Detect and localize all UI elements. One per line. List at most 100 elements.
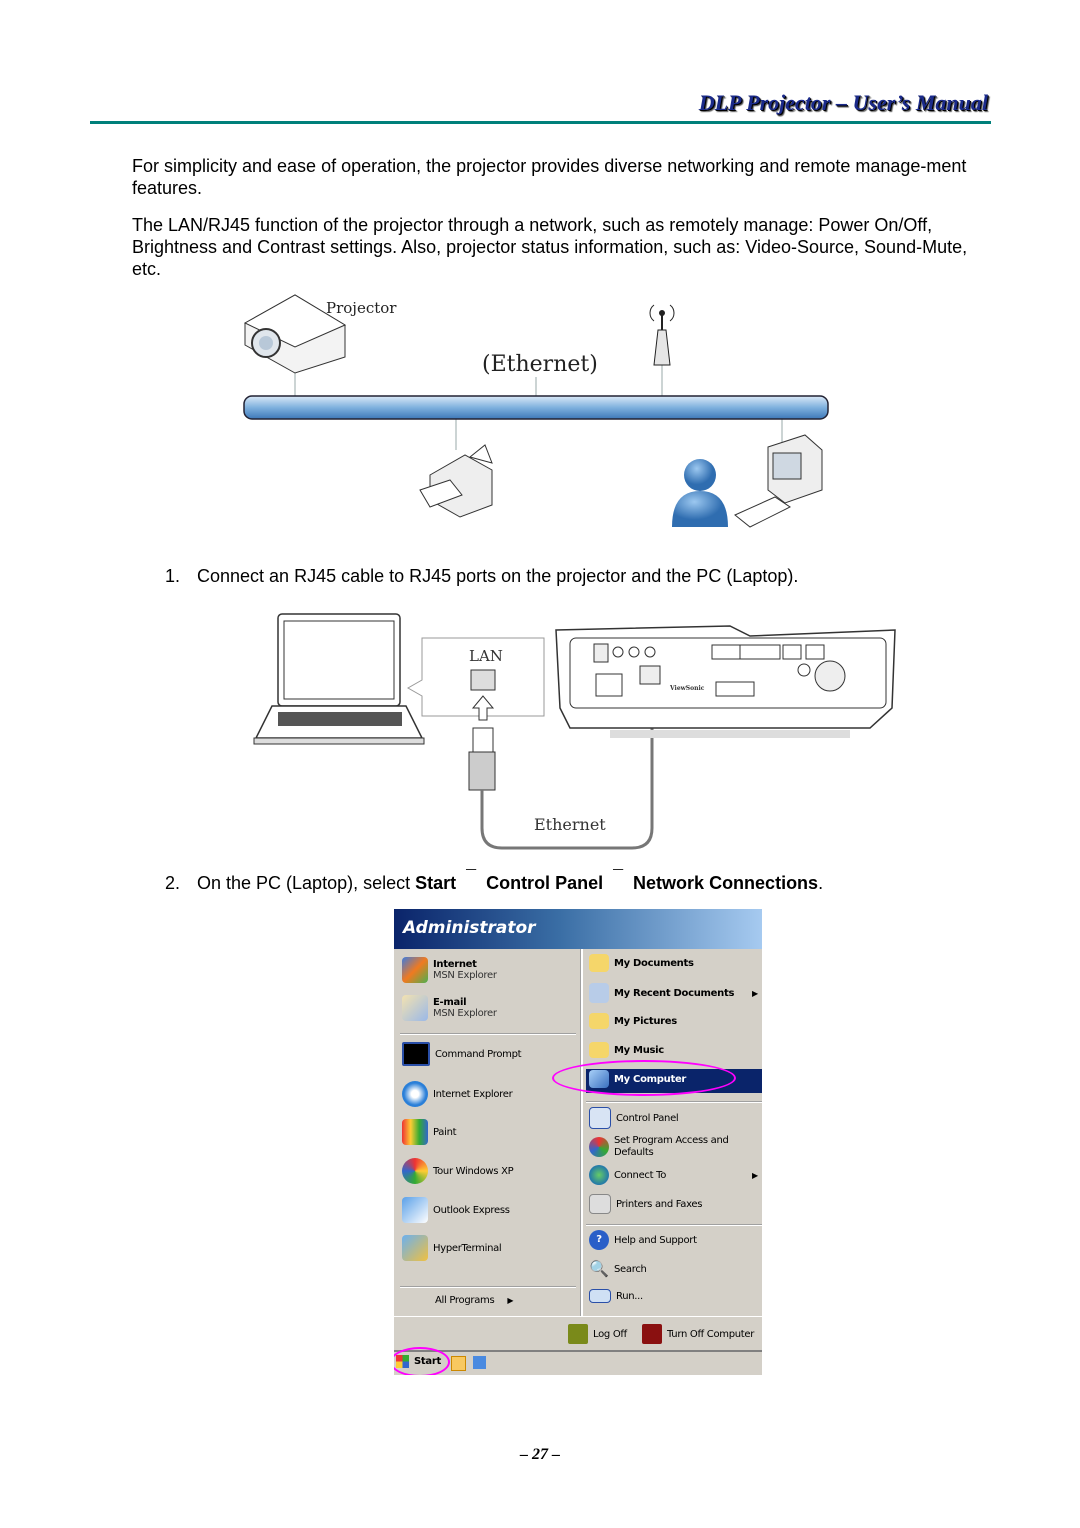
quick-launch-icon[interactable]: [451, 1356, 466, 1371]
start-menu-ref: Start: [415, 873, 457, 893]
start-menu-header: Administrator: [394, 909, 762, 949]
ethernet-label: (Ethernet): [482, 352, 598, 377]
item-label: All Programs: [435, 1295, 495, 1306]
network-diagram: Projector (Ethernet): [243, 294, 829, 528]
outlook-express-icon: [402, 1197, 428, 1223]
menu-item-outlook-express[interactable]: Outlook Express: [402, 1197, 510, 1223]
item-label: Outlook Express: [433, 1204, 510, 1216]
menu-item-internet[interactable]: Internet MSN Explorer: [402, 957, 497, 983]
menu-item-command-prompt[interactable]: Command Prompt: [402, 1042, 522, 1066]
header-rule: [90, 121, 991, 124]
arrow-separator: ¯: [466, 867, 477, 887]
connection-diagram: LAN Ethernet ViewSonic: [253, 613, 896, 850]
start-menu-screenshot: Administrator Internet MSN Explorer E-mai…: [394, 909, 762, 1375]
command-prompt-icon: [402, 1042, 430, 1066]
user-name: Administrator: [403, 918, 536, 938]
step-1: 1. Connect an RJ45 cable to RJ45 ports on…: [165, 565, 798, 587]
intro-paragraph: For simplicity and ease of operation, th…: [132, 156, 967, 198]
quick-launch-icon[interactable]: [473, 1356, 486, 1369]
period: .: [818, 873, 824, 893]
menu-item-control-panel[interactable]: Control Panel: [589, 1107, 679, 1129]
start-menu-footer: Log Off Turn Off Computer: [394, 1316, 762, 1351]
email-envelope-icon: [402, 995, 428, 1021]
run-icon: [589, 1289, 611, 1303]
item-label: My Recent Documents: [614, 987, 735, 999]
header-title: DLP Projector – User’s Manual: [698, 90, 988, 115]
menu-item-my-music[interactable]: My Music: [589, 1042, 664, 1058]
key-icon: [568, 1324, 588, 1344]
item-label: Printers and Faxes: [616, 1198, 703, 1210]
item-label: Control Panel: [616, 1112, 679, 1124]
separator: [400, 1286, 576, 1288]
item-label: Connect To: [614, 1169, 667, 1181]
arrow-separator: ¯: [613, 867, 624, 887]
printer-icon: [589, 1194, 611, 1214]
brand-logo: ViewSonic: [669, 685, 705, 692]
internet-explorer-icon: [402, 1081, 428, 1107]
page-number: – 27 –: [520, 1446, 560, 1463]
printer-icon: [419, 444, 493, 518]
hyperterminal-icon: [402, 1235, 428, 1261]
menu-item-set-program-access[interactable]: Set Program Access and Defaults: [589, 1135, 739, 1159]
turn-off-computer-button[interactable]: Turn Off Computer: [642, 1324, 754, 1344]
menu-item-printers-and-faxes[interactable]: Printers and Faxes: [589, 1194, 702, 1214]
step-number: 2.: [165, 873, 181, 893]
arrow-right-icon: ▶: [752, 989, 759, 998]
program-access-icon: [589, 1137, 609, 1157]
projector-rear-panel: [555, 625, 896, 738]
highlight-circle: [394, 1347, 450, 1375]
recent-documents-icon: [589, 983, 609, 1003]
step-2: 2. On the PC (Laptop), select Start ¯ Contr…: [165, 867, 824, 894]
separator: [586, 1101, 762, 1103]
menu-item-email[interactable]: E-mail MSN Explorer: [402, 995, 497, 1021]
item-title: Internet: [433, 959, 477, 970]
connect-to-icon: [589, 1165, 609, 1185]
control-panel-icon: [589, 1107, 611, 1129]
menu-item-my-documents[interactable]: My Documents: [589, 954, 694, 972]
ethernet-cable-label: Ethernet: [534, 815, 606, 834]
menu-item-internet-explorer[interactable]: Internet Explorer: [402, 1081, 513, 1107]
network-connections-ref: Network Connections: [633, 873, 819, 893]
menu-item-hyperterminal[interactable]: HyperTerminal: [402, 1235, 502, 1261]
item-subtitle: MSN Explorer: [433, 1008, 497, 1019]
step-text: Connect an RJ45 cable to RJ45 ports on t…: [197, 566, 799, 586]
menu-item-search[interactable]: 🔍 Search: [589, 1259, 647, 1279]
menu-item-paint[interactable]: Paint: [402, 1119, 457, 1145]
lan-port-icon: [470, 669, 496, 691]
item-label: Internet Explorer: [433, 1088, 513, 1100]
item-label: My Documents: [614, 957, 694, 969]
separator: [586, 1224, 762, 1226]
item-label: Run...: [616, 1290, 643, 1302]
menu-item-connect-to[interactable]: Connect To: [589, 1165, 666, 1185]
folder-documents-icon: [589, 954, 609, 972]
help-icon: ?: [589, 1230, 609, 1250]
item-label: Help and Support: [614, 1234, 697, 1246]
item-label: Command Prompt: [435, 1048, 522, 1060]
item-label: Turn Off Computer: [667, 1328, 755, 1340]
menu-item-tour-windows-xp[interactable]: Tour Windows XP: [402, 1158, 514, 1184]
arrow-right-icon: ▶: [507, 1296, 514, 1305]
lan-paragraph: The LAN/RJ45 function of the projector t…: [132, 215, 968, 279]
item-label: Log Off: [593, 1328, 627, 1340]
user-icon: [672, 459, 728, 527]
menu-item-my-recent-documents[interactable]: My Recent Documents: [589, 983, 734, 1003]
log-off-button[interactable]: Log Off: [568, 1324, 627, 1344]
folder-icon: [589, 1042, 609, 1058]
msn-butterfly-icon: [402, 957, 428, 983]
folder-icon: [589, 1013, 609, 1029]
search-icon: 🔍: [589, 1259, 609, 1278]
menu-item-my-pictures[interactable]: My Pictures: [589, 1013, 677, 1029]
item-label: HyperTerminal: [433, 1242, 502, 1254]
desktop-computer-icon: [734, 434, 823, 528]
item-label: My Pictures: [614, 1015, 677, 1027]
menu-item-run[interactable]: Run...: [589, 1289, 643, 1303]
menu-item-help-and-support[interactable]: ? Help and Support: [589, 1230, 697, 1250]
arrow-right-icon: ▶: [752, 1171, 759, 1180]
item-label: Paint: [433, 1126, 457, 1138]
step-number: 1.: [165, 566, 181, 586]
separator: [400, 1033, 576, 1035]
tour-icon: [402, 1158, 428, 1184]
projector-label: Projector: [326, 299, 397, 317]
item-subtitle: MSN Explorer: [433, 970, 497, 981]
all-programs-button[interactable]: All Programs ▶: [435, 1295, 514, 1306]
